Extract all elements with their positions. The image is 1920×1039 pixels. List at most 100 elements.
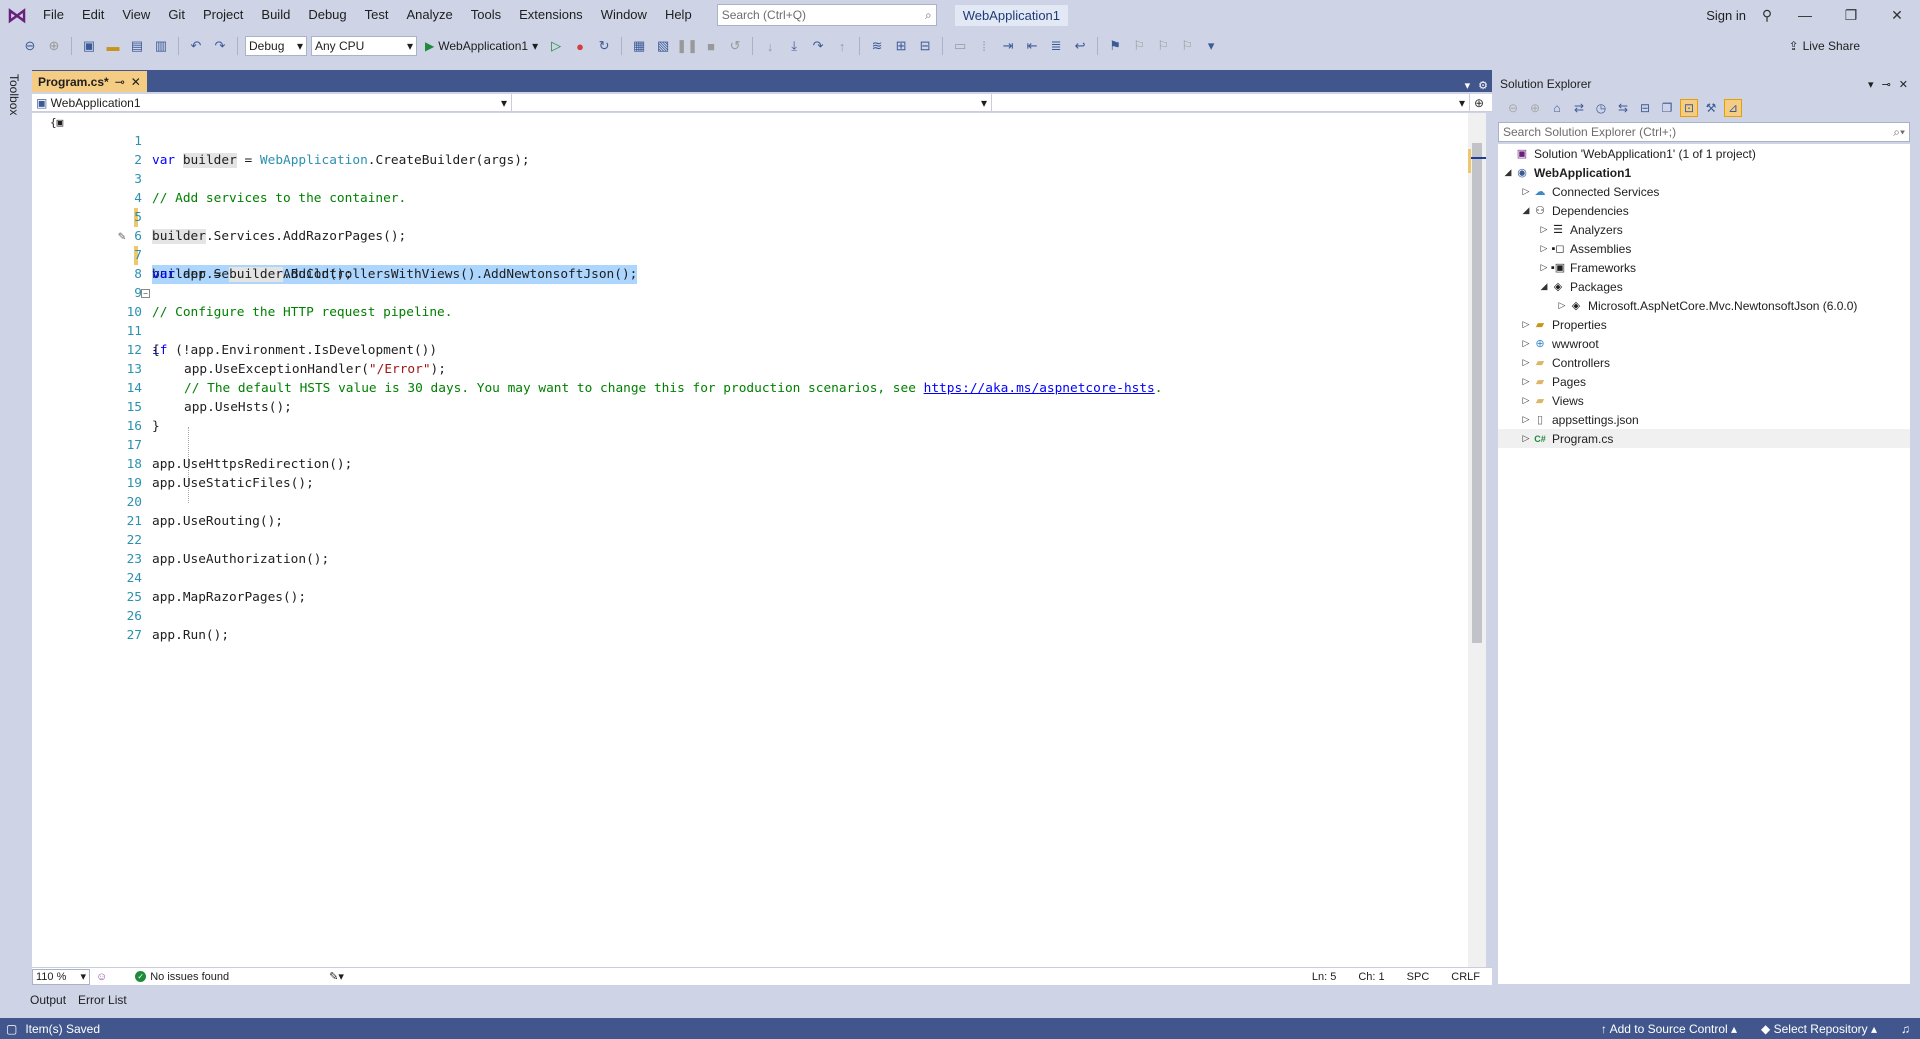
project-combo[interactable]: ▣ WebApplication1 ▾	[32, 94, 512, 112]
tree-item-connected-services[interactable]: ▷ ☁ Connected Services	[1498, 182, 1910, 201]
solution-explorer-search-input[interactable]: Search Solution Explorer (Ctrl+;) ⌕▾	[1498, 122, 1910, 142]
pin-icon[interactable]: ⊸	[115, 75, 125, 89]
menu-test[interactable]: Test	[356, 0, 398, 30]
pending-changes-filter-icon[interactable]: ◷	[1592, 99, 1610, 117]
format-icon[interactable]: ≣	[1046, 36, 1066, 56]
restart-icon[interactable]: ↺	[725, 36, 745, 56]
minimize-icon[interactable]: —	[1782, 7, 1828, 23]
forward-icon[interactable]: ⊕	[1526, 99, 1544, 117]
collapsed-arrow-icon[interactable]: ▷	[1520, 376, 1532, 387]
search-input[interactable]: Search (Ctrl+Q) ⌕	[716, 4, 937, 26]
collapse-all-icon[interactable]: ⊟	[1636, 99, 1654, 117]
configuration-select[interactable]: Debug ▾	[245, 36, 307, 56]
tree-item-package-newtonsoft[interactable]: ▷ ◈ Microsoft.AspNetCore.Mvc.NewtonsoftJ…	[1498, 296, 1910, 315]
start-debugging-button[interactable]: ▶ WebApplication1 ▾	[421, 39, 542, 53]
code-editor[interactable]: {▣ 1 var builder = WebApplication.Create…	[32, 113, 1468, 967]
notifications-bell-icon[interactable]: ♫	[1901, 1022, 1910, 1036]
collapsed-arrow-icon[interactable]: ▷	[1520, 395, 1532, 406]
tree-item-assemblies[interactable]: ▷ ▪◻ Assemblies	[1498, 239, 1910, 258]
new-project-icon[interactable]: ▣	[79, 36, 99, 56]
pause-icon[interactable]: ❚❚	[676, 36, 698, 56]
undo-icon[interactable]: ↶	[186, 36, 206, 56]
step-back-icon[interactable]: ↑	[832, 36, 852, 56]
save-icon[interactable]: ▤	[127, 36, 147, 56]
collapsed-arrow-icon[interactable]: ▷	[1520, 319, 1532, 330]
settings-gear-icon[interactable]: ⚙	[1478, 79, 1488, 92]
live-share-button[interactable]: ⇪ Live Share	[1789, 39, 1860, 53]
account-icon[interactable]: ⚲	[1752, 7, 1782, 24]
close-tab-icon[interactable]: ✕	[131, 75, 141, 89]
menu-tools[interactable]: Tools	[462, 0, 510, 30]
collapsed-arrow-icon[interactable]: ▷	[1538, 262, 1550, 273]
close-icon[interactable]: ✕	[1874, 7, 1920, 24]
tree-item-analyzers[interactable]: ▷ ☰ Analyzers	[1498, 220, 1910, 239]
member-combo[interactable]: ▾	[992, 94, 1470, 112]
stop-icon[interactable]: ■	[701, 36, 721, 56]
expanded-arrow-icon[interactable]: ◢	[1538, 281, 1550, 292]
hot-reload-icon[interactable]: ●	[570, 36, 590, 56]
indent-icon[interactable]: ⇥	[998, 36, 1018, 56]
menu-debug[interactable]: Debug	[299, 0, 355, 30]
menu-git[interactable]: Git	[159, 0, 194, 30]
menu-build[interactable]: Build	[252, 0, 299, 30]
back-icon[interactable]: ⊖	[1504, 99, 1522, 117]
layout-icon[interactable]: ▧	[653, 36, 673, 56]
collapsed-arrow-icon[interactable]: ▷	[1520, 433, 1532, 444]
diagram-icon[interactable]: ⊟	[915, 36, 935, 56]
scrollbar-thumb[interactable]	[1472, 143, 1482, 643]
collapsed-arrow-icon[interactable]: ▷	[1538, 224, 1550, 235]
step-into-icon[interactable]: ↓	[760, 36, 780, 56]
redo-icon[interactable]: ↷	[210, 36, 230, 56]
properties-wrench-icon[interactable]: ⚒	[1702, 99, 1720, 117]
issues-indicator[interactable]: ✓ No issues found	[135, 971, 229, 983]
save-all-icon[interactable]: ▥	[151, 36, 171, 56]
next-bookmark-icon[interactable]: ⚐	[1153, 36, 1173, 56]
column-indicator[interactable]: Ch: 1	[1358, 971, 1384, 983]
close-panel-icon[interactable]: ✕	[1899, 78, 1908, 91]
uncomment-icon[interactable]: ⁞	[974, 36, 994, 56]
tab-output[interactable]: Output	[30, 993, 66, 1007]
sign-in-link[interactable]: Sign in	[1700, 8, 1752, 23]
menu-extensions[interactable]: Extensions	[510, 0, 592, 30]
tree-item-views[interactable]: ▷ ▰ Views	[1498, 391, 1910, 410]
auto-hide-pin-icon[interactable]: ⊸	[1882, 78, 1891, 91]
zoom-select[interactable]: 110 % ▾	[32, 968, 90, 985]
step-out-icon[interactable]: ↷	[808, 36, 828, 56]
tree-item-project[interactable]: ◢ ◉ WebApplication1	[1498, 163, 1910, 182]
open-file-icon[interactable]: ▬	[103, 36, 123, 56]
tab-program-cs[interactable]: Program.cs* ⊸ ✕	[32, 71, 147, 92]
expanded-arrow-icon[interactable]: ◢	[1520, 205, 1532, 216]
collapsed-arrow-icon[interactable]: ▷	[1520, 357, 1532, 368]
filter-icon[interactable]: ⊿	[1724, 99, 1742, 117]
comment-icon[interactable]: ▭	[950, 36, 970, 56]
collapsed-arrow-icon[interactable]: ▷	[1520, 186, 1532, 197]
collapsed-arrow-icon[interactable]: ▷	[1538, 243, 1550, 254]
switch-views-icon[interactable]: ⇄	[1570, 99, 1588, 117]
menu-edit[interactable]: Edit	[73, 0, 113, 30]
collapsed-arrow-icon[interactable]: ▷	[1520, 414, 1532, 425]
menu-window[interactable]: Window	[592, 0, 656, 30]
tree-item-wwwroot[interactable]: ▷ ⊕ wwwroot	[1498, 334, 1910, 353]
restore-icon[interactable]: ❐	[1828, 7, 1874, 24]
bookmark-icon[interactable]: ⚑	[1105, 36, 1125, 56]
tree-item-program-cs[interactable]: ▷ C# Program.cs	[1498, 429, 1910, 448]
navigate-forward-icon[interactable]: ⊕	[44, 36, 64, 56]
menu-analyze[interactable]: Analyze	[397, 0, 461, 30]
window-position-icon[interactable]: ▾	[1868, 78, 1874, 91]
previous-bookmark-icon[interactable]: ⚐	[1129, 36, 1149, 56]
navigate-back-icon[interactable]: ⊖	[20, 36, 40, 56]
tree-item-packages[interactable]: ◢ ◈ Packages	[1498, 277, 1910, 296]
collapsed-arrow-icon[interactable]: ▷	[1556, 300, 1568, 311]
diagnostics-icon[interactable]: ≋	[867, 36, 887, 56]
menu-help[interactable]: Help	[656, 0, 701, 30]
home-icon[interactable]: ⌂	[1548, 99, 1566, 117]
show-all-files-icon[interactable]: ❐	[1658, 99, 1676, 117]
tree-item-dependencies[interactable]: ◢ ⚇ Dependencies	[1498, 201, 1910, 220]
type-combo[interactable]: ▾	[512, 94, 992, 112]
whitespace-indicator[interactable]: SPC	[1407, 971, 1430, 983]
tree-item-appsettings[interactable]: ▷ ▯ appsettings.json	[1498, 410, 1910, 429]
tree-item-controllers[interactable]: ▷ ▰ Controllers	[1498, 353, 1910, 372]
sync-active-document-icon[interactable]: ⇆	[1614, 99, 1632, 117]
tab-error-list[interactable]: Error List	[78, 993, 127, 1007]
collapse-region-icon[interactable]: −	[141, 289, 150, 298]
